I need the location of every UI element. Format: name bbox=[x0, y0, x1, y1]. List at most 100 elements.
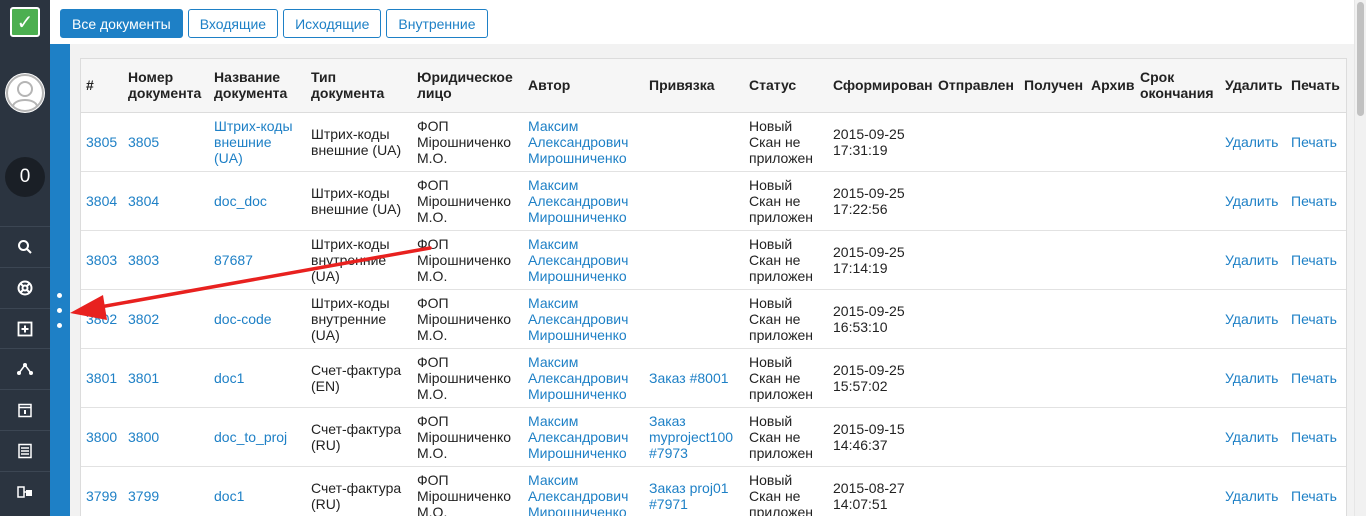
col-sent[interactable]: Отправлен bbox=[933, 59, 1019, 113]
row-delete-link[interactable]: Удалить bbox=[1220, 289, 1286, 349]
table-row[interactable]: 3805 3805 Штрих-коды внешние (UA) Штрих-код… bbox=[81, 112, 1346, 172]
table-header-row: # Номер документа Название документа Тип… bbox=[81, 59, 1346, 113]
col-deadline[interactable]: Срок окончания bbox=[1135, 59, 1220, 113]
row-name-link[interactable]: Штрих-коды внешние (UA) bbox=[209, 112, 306, 172]
table-row[interactable]: 3802 3802 doc-code Штрих-коды внутренние (U… bbox=[81, 289, 1346, 349]
col-type[interactable]: Тип документа bbox=[306, 59, 412, 113]
row-number-link[interactable]: 3799 bbox=[123, 466, 209, 516]
row-delete-link[interactable]: Удалить bbox=[1220, 230, 1286, 290]
support-icon[interactable] bbox=[0, 267, 50, 307]
row-received bbox=[1019, 171, 1086, 231]
row-id-link[interactable]: 3804 bbox=[81, 171, 123, 231]
row-author-link[interactable]: Максим Александрович Мирошниченко bbox=[523, 407, 644, 467]
row-binding-link bbox=[644, 171, 744, 231]
row-received bbox=[1019, 230, 1086, 290]
row-status: Новый Скан не приложен bbox=[744, 171, 828, 231]
table-row[interactable]: 3799 3799 doc1 Счет-фактура (RU) ФОП Мірошни… bbox=[81, 466, 1346, 516]
row-id-link[interactable]: 3805 bbox=[81, 112, 123, 172]
row-id-link[interactable]: 3800 bbox=[81, 407, 123, 467]
col-author[interactable]: Автор bbox=[523, 59, 644, 113]
row-author-link[interactable]: Максим Александрович Мирошниченко bbox=[523, 466, 644, 516]
row-binding-link[interactable]: Заказ myproject100 #7973 bbox=[644, 407, 744, 467]
search-icon[interactable] bbox=[0, 226, 50, 266]
row-id-link[interactable]: 3803 bbox=[81, 230, 123, 290]
row-id-link[interactable]: 3799 bbox=[81, 466, 123, 516]
tab-internal[interactable]: Внутренние bbox=[386, 9, 488, 38]
row-print-link[interactable]: Печать bbox=[1286, 289, 1346, 349]
table-row[interactable]: 3801 3801 doc1 Счет-фактура (EN) ФОП Мірошни… bbox=[81, 348, 1346, 408]
row-deadline bbox=[1135, 171, 1220, 231]
main-content: # Номер документа Название документа Тип… bbox=[70, 44, 1354, 516]
row-sent bbox=[933, 348, 1019, 408]
row-id-link[interactable]: 3801 bbox=[81, 348, 123, 408]
row-formed: 2015-09-25 16:53:10 bbox=[828, 289, 933, 349]
row-type: Штрих-коды внутренние (UA) bbox=[306, 289, 412, 349]
row-author-link[interactable]: Максим Александрович Мирошниченко bbox=[523, 171, 644, 231]
row-number-link[interactable]: 3801 bbox=[123, 348, 209, 408]
row-delete-link[interactable]: Удалить bbox=[1220, 112, 1286, 172]
collapse-strip[interactable] bbox=[50, 44, 70, 516]
row-status: Новый Скан не приложен bbox=[744, 407, 828, 467]
row-author-link[interactable]: Максим Александрович Мирошниченко bbox=[523, 112, 644, 172]
row-name-link[interactable]: doc-code bbox=[209, 289, 306, 349]
row-delete-link[interactable]: Удалить bbox=[1220, 348, 1286, 408]
row-author-link[interactable]: Максим Александрович Мирошниченко bbox=[523, 230, 644, 290]
calendar-icon[interactable] bbox=[0, 389, 50, 429]
row-author-link[interactable]: Максим Александрович Мирошниченко bbox=[523, 348, 644, 408]
avatar[interactable] bbox=[5, 73, 45, 113]
add-document-icon[interactable] bbox=[0, 308, 50, 348]
col-number[interactable]: Номер документа bbox=[123, 59, 209, 113]
table-row[interactable]: 3804 3804 doc_doc Штрих-коды внешние (UA) ФО… bbox=[81, 171, 1346, 231]
row-delete-link[interactable]: Удалить bbox=[1220, 466, 1286, 516]
row-print-link[interactable]: Печать bbox=[1286, 230, 1346, 290]
col-binding[interactable]: Привязка bbox=[644, 59, 744, 113]
row-author-link[interactable]: Максим Александрович Мирошниченко bbox=[523, 289, 644, 349]
app-logo[interactable]: ✓ bbox=[10, 7, 40, 37]
row-delete-link[interactable]: Удалить bbox=[1220, 407, 1286, 467]
check-icon: ✓ bbox=[16, 10, 34, 34]
page-scrollbar[interactable] bbox=[1354, 0, 1366, 516]
row-formed: 2015-08-27 14:07:51 bbox=[828, 466, 933, 516]
notification-counter[interactable]: 0 bbox=[5, 157, 45, 197]
drag-handle[interactable] bbox=[57, 293, 63, 333]
row-number-link[interactable]: 3802 bbox=[123, 289, 209, 349]
tab-incoming[interactable]: Входящие bbox=[187, 9, 279, 38]
col-name[interactable]: Название документа bbox=[209, 59, 306, 113]
tab-all-documents[interactable]: Все документы bbox=[60, 9, 183, 38]
row-print-link[interactable]: Печать bbox=[1286, 466, 1346, 516]
row-binding-link[interactable]: Заказ #8001 bbox=[644, 348, 744, 408]
scrollbar-thumb[interactable] bbox=[1357, 2, 1364, 116]
row-archive bbox=[1086, 348, 1135, 408]
row-number-link[interactable]: 3803 bbox=[123, 230, 209, 290]
row-delete-link[interactable]: Удалить bbox=[1220, 171, 1286, 231]
col-formed[interactable]: Сформирован bbox=[828, 59, 933, 113]
row-print-link[interactable]: Печать bbox=[1286, 348, 1346, 408]
row-print-link[interactable]: Печать bbox=[1286, 112, 1346, 172]
row-received bbox=[1019, 407, 1086, 467]
row-name-link[interactable]: doc_doc bbox=[209, 171, 306, 231]
row-id-link[interactable]: 3802 bbox=[81, 289, 123, 349]
row-print-link[interactable]: Печать bbox=[1286, 407, 1346, 467]
col-received[interactable]: Получен bbox=[1019, 59, 1086, 113]
share-icon[interactable] bbox=[0, 348, 50, 388]
tab-outgoing[interactable]: Исходящие bbox=[283, 9, 382, 38]
row-binding-link[interactable]: Заказ proj01 #7971 bbox=[644, 466, 744, 516]
row-name-link[interactable]: doc1 bbox=[209, 348, 306, 408]
row-print-link[interactable]: Печать bbox=[1286, 171, 1346, 231]
transfer-icon[interactable] bbox=[0, 471, 50, 511]
row-name-link[interactable]: doc1 bbox=[209, 466, 306, 516]
row-number-link[interactable]: 3800 bbox=[123, 407, 209, 467]
list-icon[interactable] bbox=[0, 430, 50, 470]
col-archive[interactable]: Архив bbox=[1086, 59, 1135, 113]
col-status[interactable]: Статус bbox=[744, 59, 828, 113]
row-number-link[interactable]: 3804 bbox=[123, 171, 209, 231]
row-archive bbox=[1086, 230, 1135, 290]
row-name-link[interactable]: doc_to_proj bbox=[209, 407, 306, 467]
table-row[interactable]: 3800 3800 doc_to_proj Счет-фактура (RU) ФОП … bbox=[81, 407, 1346, 467]
row-number-link[interactable]: 3805 bbox=[123, 112, 209, 172]
col-id[interactable]: # bbox=[81, 59, 123, 113]
table-row[interactable]: 3803 3803 87687 Штрих-коды внутренние (UA) Ф… bbox=[81, 230, 1346, 290]
col-entity[interactable]: Юридическое лицо bbox=[412, 59, 523, 113]
row-name-link[interactable]: 87687 bbox=[209, 230, 306, 290]
row-deadline bbox=[1135, 407, 1220, 467]
